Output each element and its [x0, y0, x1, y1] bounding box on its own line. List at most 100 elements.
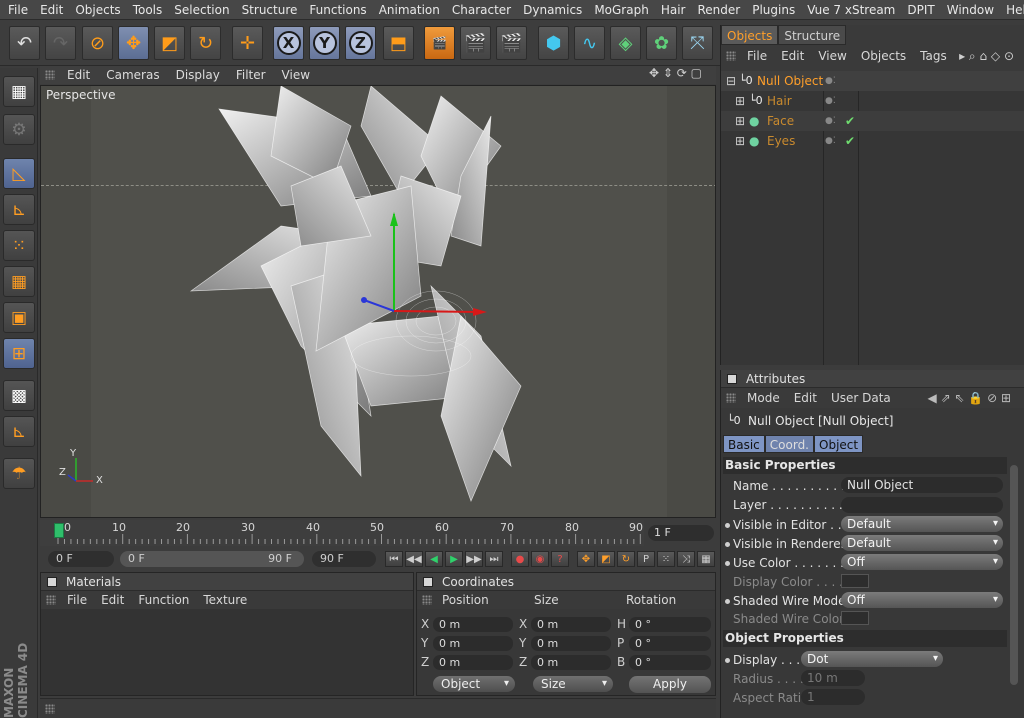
- x-axis-handle[interactable]: [393, 310, 482, 313]
- end-frame-field[interactable]: 90 F: [312, 551, 376, 567]
- visibility-dots-icon[interactable]: ●⁚: [825, 71, 836, 91]
- cube-object-icon[interactable]: ⬢: [538, 26, 569, 60]
- obj-menu-file[interactable]: File: [740, 49, 774, 63]
- array-icon[interactable]: ✿: [646, 26, 677, 60]
- obj-nav-icons[interactable]: ▸ ⌕ ⌂ ◇ ⊙: [952, 49, 1021, 64]
- render-picture-viewer-icon[interactable]: 🎬: [460, 26, 491, 60]
- rot-p-field[interactable]: 0 °: [629, 636, 711, 651]
- materials-menu-edit[interactable]: Edit: [94, 593, 131, 607]
- panel-checkbox-icon[interactable]: [423, 576, 433, 587]
- workplane-icon[interactable]: ⊾: [3, 416, 35, 447]
- menu-functions[interactable]: Functions: [303, 3, 372, 17]
- polygons-mode-icon[interactable]: ▣: [3, 302, 35, 333]
- viewport-menu-view[interactable]: View: [274, 68, 318, 82]
- x-axis-lock-icon[interactable]: X: [273, 26, 304, 60]
- menu-render[interactable]: Render: [691, 3, 746, 17]
- menu-objects[interactable]: Objects: [69, 3, 126, 17]
- menu-dynamics[interactable]: Dynamics: [517, 3, 588, 17]
- display-color-swatch[interactable]: [841, 574, 869, 588]
- preview-range-slider[interactable]: 0 F 90 F: [120, 551, 304, 567]
- tree-item-face[interactable]: ⊞ ● Face ●⁚ ✔: [721, 111, 1024, 131]
- rot-h-field[interactable]: 0 °: [629, 617, 711, 632]
- shaded-wire-mode-select[interactable]: Off: [841, 592, 1003, 608]
- materials-menu-texture[interactable]: Texture: [196, 593, 254, 607]
- move-tool-icon[interactable]: ✥: [118, 26, 149, 60]
- menu-selection[interactable]: Selection: [168, 3, 235, 17]
- timeline-ruler[interactable]: 0 10 20 30 40 50 60 70 80 90: [40, 520, 644, 546]
- rot-b-field[interactable]: 0 °: [629, 655, 711, 670]
- checker-texture-icon[interactable]: ▩: [3, 380, 35, 411]
- obj-menu-view[interactable]: View: [811, 49, 853, 63]
- panel-checkbox-icon[interactable]: [727, 373, 737, 384]
- nurbs-icon[interactable]: ◈: [610, 26, 641, 60]
- tab-coord[interactable]: Coord.: [764, 435, 814, 453]
- key-scale-icon[interactable]: ◩: [597, 551, 615, 567]
- size-x-field[interactable]: 0 m: [531, 617, 611, 632]
- animation-dot-icon[interactable]: [725, 542, 730, 547]
- attr-nav-icons[interactable]: ◀ ⇗ ⇖ 🔒 ⊘ ⊞: [921, 391, 1018, 405]
- visible-in-renderer-select[interactable]: Default: [841, 535, 1003, 551]
- model-mode-icon[interactable]: ◺: [3, 158, 35, 189]
- autokey-icon[interactable]: ◉: [531, 551, 549, 567]
- apply-button[interactable]: Apply: [629, 676, 711, 693]
- viewport-nav-icons[interactable]: ✥ ⇕ ⟳ ▢: [641, 66, 710, 80]
- next-key-icon[interactable]: ▶▶: [465, 551, 483, 567]
- layout-icon[interactable]: ▦: [3, 76, 35, 107]
- menu-window[interactable]: Window: [941, 3, 1000, 17]
- texture-mode-icon[interactable]: ⊞: [3, 338, 35, 369]
- live-selection-icon[interactable]: ⊘: [82, 26, 113, 60]
- render-view-icon[interactable]: 🎬: [424, 26, 455, 60]
- scale-tool-icon[interactable]: ◩: [154, 26, 185, 60]
- size-y-field[interactable]: 0 m: [531, 636, 611, 651]
- viewport-menu-display[interactable]: Display: [168, 68, 228, 82]
- visibility-dots-icon[interactable]: ●⁚: [825, 91, 836, 111]
- obj-menu-edit[interactable]: Edit: [774, 49, 811, 63]
- prev-key-icon[interactable]: ◀◀: [405, 551, 423, 567]
- attributes-scrollbar[interactable]: [1010, 465, 1018, 685]
- recent-tools-icon[interactable]: ✛: [232, 26, 263, 60]
- y-axis-lock-icon[interactable]: Y: [309, 26, 340, 60]
- perspective-viewport[interactable]: Perspective Y Z X: [40, 85, 716, 518]
- key-rotation-icon[interactable]: ↻: [617, 551, 635, 567]
- animation-dot-icon[interactable]: [725, 561, 730, 566]
- edges-mode-icon[interactable]: ▦: [3, 266, 35, 297]
- tab-objects[interactable]: Objects: [721, 25, 779, 45]
- animation-dot-icon[interactable]: [725, 523, 730, 528]
- spline-icon[interactable]: ∿: [574, 26, 605, 60]
- goto-start-icon[interactable]: ⏮: [385, 551, 403, 567]
- menu-structure[interactable]: Structure: [236, 3, 304, 17]
- attr-menu-user-data[interactable]: User Data: [824, 391, 898, 405]
- size-z-field[interactable]: 0 m: [531, 655, 611, 670]
- keyframe-selection-icon[interactable]: ?: [551, 551, 569, 567]
- key-parameter-icon[interactable]: P: [637, 551, 655, 567]
- timeline-playhead[interactable]: [54, 523, 64, 538]
- materials-menu-file[interactable]: File: [60, 593, 94, 607]
- obj-menu-tags[interactable]: Tags: [913, 49, 954, 63]
- checkmark-icon[interactable]: ✔: [845, 111, 855, 131]
- timeline-icon[interactable]: ▦: [697, 551, 715, 567]
- menu-file[interactable]: File: [2, 3, 34, 17]
- menu-dpit[interactable]: DPIT: [901, 3, 940, 17]
- shaded-wire-color-swatch[interactable]: [841, 611, 869, 625]
- head-mesh-model[interactable]: [41, 86, 716, 518]
- pos-y-field[interactable]: 0 m: [433, 636, 513, 651]
- viewport-menu-edit[interactable]: Edit: [59, 68, 98, 82]
- play-forward-icon[interactable]: ▶: [445, 551, 463, 567]
- aspect-ratio-field[interactable]: 1: [801, 689, 865, 705]
- tree-item-hair[interactable]: ⊞ └0 Hair ●⁚: [721, 91, 1024, 111]
- coord-mode-select[interactable]: Object: [433, 676, 515, 692]
- tab-basic[interactable]: Basic: [723, 435, 765, 453]
- menu-mograph[interactable]: MoGraph: [588, 3, 655, 17]
- render-settings-icon[interactable]: 🎬: [496, 26, 527, 60]
- pos-x-field[interactable]: 0 m: [433, 617, 513, 632]
- sculpt-icon[interactable]: ☂: [3, 458, 35, 489]
- rotate-tool-icon[interactable]: ↻: [190, 26, 221, 60]
- menu-character[interactable]: Character: [446, 3, 517, 17]
- menu-tools[interactable]: Tools: [127, 3, 169, 17]
- undo-icon[interactable]: ↶: [9, 26, 40, 60]
- key-pla-icon[interactable]: ⁙: [657, 551, 675, 567]
- record-active-icon[interactable]: ●: [511, 551, 529, 567]
- menu-vue[interactable]: Vue 7 xStream: [801, 3, 901, 17]
- animation-dot-icon[interactable]: [725, 599, 730, 604]
- expand-icon[interactable]: ⊞: [735, 111, 745, 131]
